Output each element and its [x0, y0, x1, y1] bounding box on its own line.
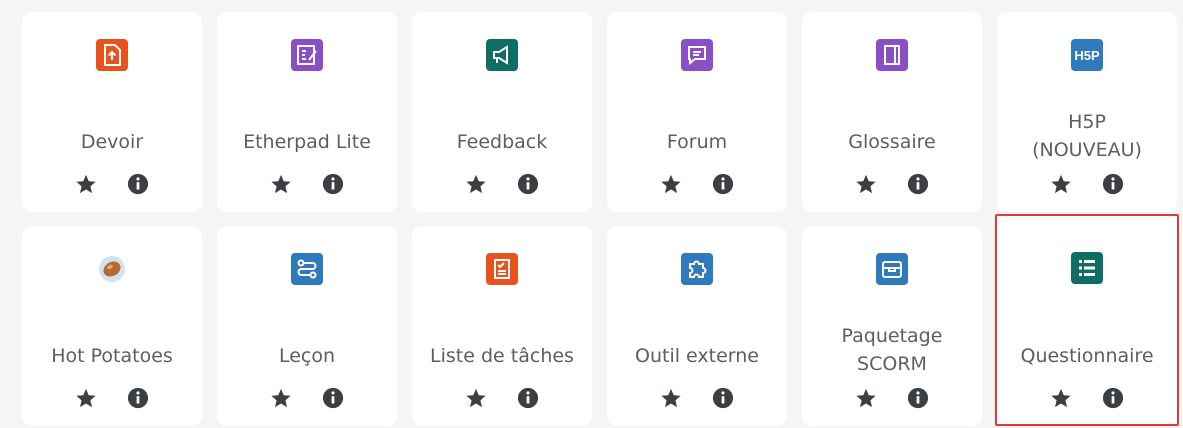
module-tile-lti[interactable]: Outil externe: [607, 226, 787, 426]
h5p-icon: H5P: [1071, 39, 1103, 71]
hot-potatoes-icon: [96, 253, 128, 285]
star-icon[interactable]: [71, 170, 101, 198]
module-tile-etherpad[interactable]: Etherpad Lite: [217, 12, 397, 212]
info-icon[interactable]: [513, 170, 543, 198]
puzzle-icon: [681, 253, 713, 285]
checklist-icon: [486, 253, 518, 285]
module-label: H5P (NOUVEAU): [1032, 111, 1142, 161]
info-icon[interactable]: [903, 170, 933, 198]
info-icon[interactable]: [123, 384, 153, 412]
info-icon[interactable]: [123, 170, 153, 198]
star-icon[interactable]: [266, 170, 296, 198]
info-icon[interactable]: [513, 384, 543, 412]
info-icon[interactable]: [1098, 384, 1128, 412]
module-label: Feedback: [456, 131, 548, 153]
module-tile-questionnaire[interactable]: Questionnaire: [995, 214, 1179, 426]
star-icon[interactable]: [266, 384, 296, 412]
info-icon[interactable]: [708, 170, 738, 198]
activity-chooser-grid: Devoir Etherpad Lite Feedback Forum Glos…: [0, 0, 1183, 428]
star-icon[interactable]: [461, 384, 491, 412]
module-label: Devoir: [80, 131, 144, 153]
lesson-path-icon: [291, 253, 323, 285]
info-icon[interactable]: [318, 170, 348, 198]
info-icon[interactable]: [708, 384, 738, 412]
module-tile-lecon[interactable]: Leçon: [217, 226, 397, 426]
module-label: Glossaire: [848, 131, 936, 153]
assignment-icon: [96, 39, 128, 71]
star-icon[interactable]: [1046, 384, 1076, 412]
star-icon[interactable]: [71, 384, 101, 412]
info-icon[interactable]: [903, 384, 933, 412]
chat-bubble-icon: [681, 39, 713, 71]
module-label: Paquetage SCORM: [841, 325, 943, 375]
book-icon: [876, 39, 908, 71]
module-tile-feedback[interactable]: Feedback: [412, 12, 592, 212]
module-label: Leçon: [278, 345, 336, 367]
star-icon[interactable]: [656, 170, 686, 198]
module-tile-hotpot[interactable]: Hot Potatoes: [22, 226, 202, 426]
package-icon: [876, 253, 908, 285]
module-label: Hot Potatoes: [51, 345, 173, 367]
etherpad-icon: [291, 39, 323, 71]
module-tile-forum[interactable]: Forum: [607, 12, 787, 212]
list-icon: [1071, 252, 1103, 284]
star-icon[interactable]: [656, 384, 686, 412]
module-label: Liste de tâches: [430, 345, 574, 367]
module-tile-h5p[interactable]: H5P H5P (NOUVEAU): [997, 12, 1177, 212]
module-tile-scorm[interactable]: Paquetage SCORM: [802, 226, 982, 426]
module-label: Forum: [666, 131, 728, 153]
star-icon[interactable]: [851, 384, 881, 412]
module-label: Questionnaire: [1020, 345, 1154, 367]
module-tile-glossaire[interactable]: Glossaire: [802, 12, 982, 212]
star-icon[interactable]: [461, 170, 491, 198]
module-tile-devoir[interactable]: Devoir: [22, 12, 202, 212]
info-icon[interactable]: [1098, 170, 1128, 198]
module-tile-checklist[interactable]: Liste de tâches: [412, 226, 592, 426]
megaphone-icon: [486, 39, 518, 71]
info-icon[interactable]: [318, 384, 348, 412]
star-icon[interactable]: [1046, 170, 1076, 198]
module-label: Etherpad Lite: [243, 131, 371, 153]
module-label: Outil externe: [635, 345, 759, 367]
star-icon[interactable]: [851, 170, 881, 198]
